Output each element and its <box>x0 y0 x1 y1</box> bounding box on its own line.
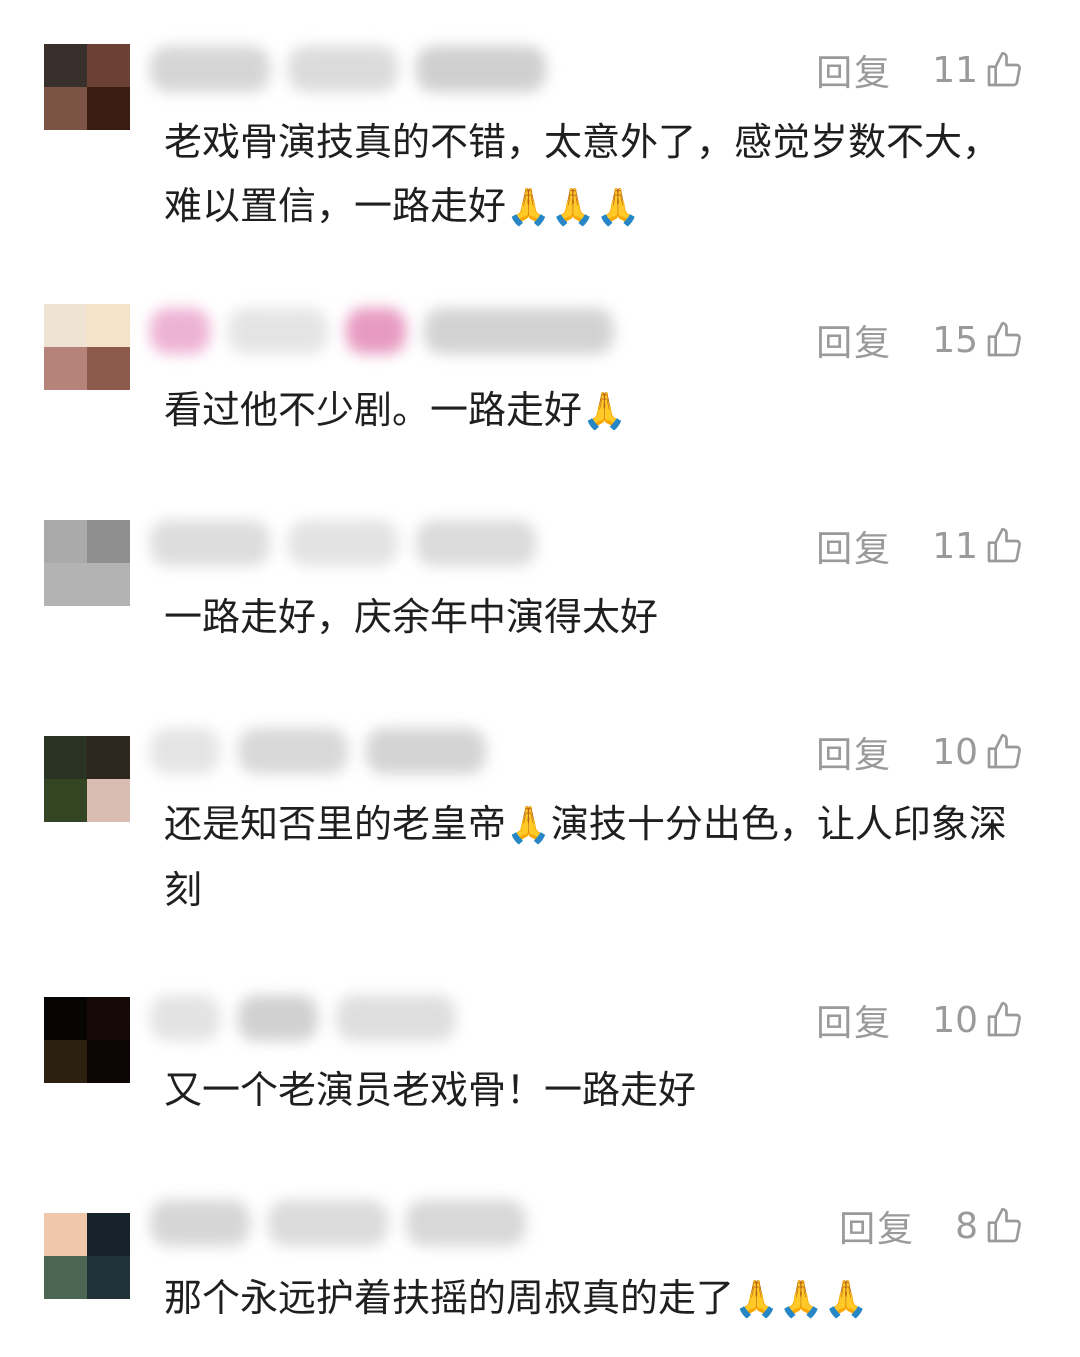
thumbs-up-icon[interactable] <box>984 526 1024 566</box>
comment-text-content: 一路走好，庆余年中演得太好 <box>164 595 659 639</box>
username-redacted[interactable] <box>150 987 456 1049</box>
comment-text-content: 那个永远护着扶摇的周叔真的走了 <box>164 1276 735 1320</box>
blur-block <box>150 728 220 774</box>
reply-button[interactable]: 回复 <box>816 994 892 1046</box>
blur-block <box>268 1200 388 1246</box>
avatar[interactable] <box>44 1213 130 1299</box>
avatar-pixel <box>87 1040 130 1083</box>
avatar-pixel <box>87 736 130 779</box>
avatar-pixel <box>87 304 130 347</box>
comment-actions: 回复 11 <box>816 516 1024 576</box>
pray-emoji: 🙏🙏🙏 <box>506 187 641 228</box>
like-count: 15 <box>932 319 978 361</box>
avatar-pixel <box>44 1213 87 1256</box>
comment-actions: 回复 8 <box>839 1196 1024 1256</box>
blur-block <box>416 46 546 92</box>
reply-button[interactable]: 回复 <box>816 44 892 96</box>
comment-actions: 回复 10 <box>816 990 1024 1050</box>
like-count: 11 <box>932 525 978 567</box>
blur-block <box>366 728 486 774</box>
blur-block <box>424 308 614 354</box>
comment-text: 看过他不少剧。一路走好🙏 <box>164 378 1024 444</box>
avatar-pixel <box>44 87 87 130</box>
pray-emoji: 🙏🙏🙏 <box>734 1279 869 1320</box>
comment-text: 还是知否里的老皇帝🙏演技十分出色，让人印象深刻 <box>164 792 1024 922</box>
reply-button[interactable]: 回复 <box>816 726 892 778</box>
avatar-pixel <box>44 520 87 563</box>
comment-text: 又一个老演员老戏骨！一路走好 <box>164 1058 1024 1122</box>
pray-emoji: 🙏 <box>582 391 627 432</box>
thumbs-up-icon[interactable] <box>984 50 1024 90</box>
avatar-pixel <box>44 1040 87 1083</box>
reply-button[interactable]: 回复 <box>816 314 892 366</box>
avatar-pixel <box>87 1213 130 1256</box>
blur-block <box>406 1200 526 1246</box>
avatar-pixel <box>87 997 130 1040</box>
like-count: 8 <box>955 1205 978 1247</box>
avatar-pixel <box>87 563 130 606</box>
blur-block <box>150 46 270 92</box>
avatar-pixel <box>44 347 87 390</box>
blur-block <box>288 46 398 92</box>
avatar[interactable] <box>44 997 130 1083</box>
comment-actions: 回复 15 <box>816 310 1024 370</box>
blur-block <box>150 520 270 566</box>
comment-text: 老戏骨演技真的不错，太意外了，感觉岁数不大，难以置信，一路走好🙏🙏🙏 <box>164 110 1024 240</box>
thumbs-up-icon[interactable] <box>984 1000 1024 1040</box>
avatar-pixel <box>87 347 130 390</box>
username-redacted[interactable] <box>150 512 536 574</box>
avatar-pixel <box>87 1256 130 1299</box>
blur-block <box>150 308 210 354</box>
avatar-pixel <box>44 779 87 822</box>
avatar-pixel <box>44 44 87 87</box>
like-count: 10 <box>932 999 978 1041</box>
avatar-pixel <box>87 779 130 822</box>
comment-text-content: 看过他不少剧。一路走好 <box>164 388 583 432</box>
thumbs-up-icon[interactable] <box>984 1206 1024 1246</box>
avatar[interactable] <box>44 304 130 390</box>
avatar[interactable] <box>44 736 130 822</box>
reply-button[interactable]: 回复 <box>816 520 892 572</box>
blur-block <box>228 308 328 354</box>
reply-button[interactable]: 回复 <box>839 1200 915 1252</box>
like-count: 10 <box>932 731 978 773</box>
comment-actions: 回复 10 <box>816 722 1024 782</box>
comment-text: 那个永远护着扶摇的周叔真的走了🙏🙏🙏 <box>164 1266 1024 1332</box>
avatar[interactable] <box>44 44 130 130</box>
thumbs-up-icon[interactable] <box>984 732 1024 772</box>
username-redacted[interactable] <box>150 300 614 362</box>
avatar[interactable] <box>44 520 130 606</box>
pray-emoji: 🙏 <box>506 805 551 846</box>
username-redacted[interactable] <box>150 720 486 782</box>
avatar-pixel <box>44 563 87 606</box>
username-redacted[interactable] <box>150 1192 526 1254</box>
blur-block <box>238 995 318 1041</box>
comment-text-content: 又一个老演员老戏骨！一路走好 <box>164 1068 697 1112</box>
avatar-pixel <box>87 520 130 563</box>
avatar-pixel <box>44 304 87 347</box>
blur-block <box>288 520 398 566</box>
thumbs-up-icon[interactable] <box>984 320 1024 360</box>
blur-block <box>416 520 536 566</box>
blur-block <box>238 728 348 774</box>
blur-block <box>336 995 456 1041</box>
avatar-pixel <box>44 736 87 779</box>
username-redacted[interactable] <box>150 38 546 100</box>
comment-text-before: 还是知否里的老皇帝 <box>164 802 507 846</box>
comment-actions: 回复 11 <box>816 40 1024 100</box>
blur-block <box>346 308 406 354</box>
like-count: 11 <box>932 49 978 91</box>
comment-text: 一路走好，庆余年中演得太好 <box>164 585 1024 649</box>
avatar-pixel <box>87 44 130 87</box>
blur-block <box>150 1200 250 1246</box>
avatar-pixel <box>44 1256 87 1299</box>
avatar-pixel <box>87 87 130 130</box>
avatar-pixel <box>44 997 87 1040</box>
blur-block <box>150 995 220 1041</box>
